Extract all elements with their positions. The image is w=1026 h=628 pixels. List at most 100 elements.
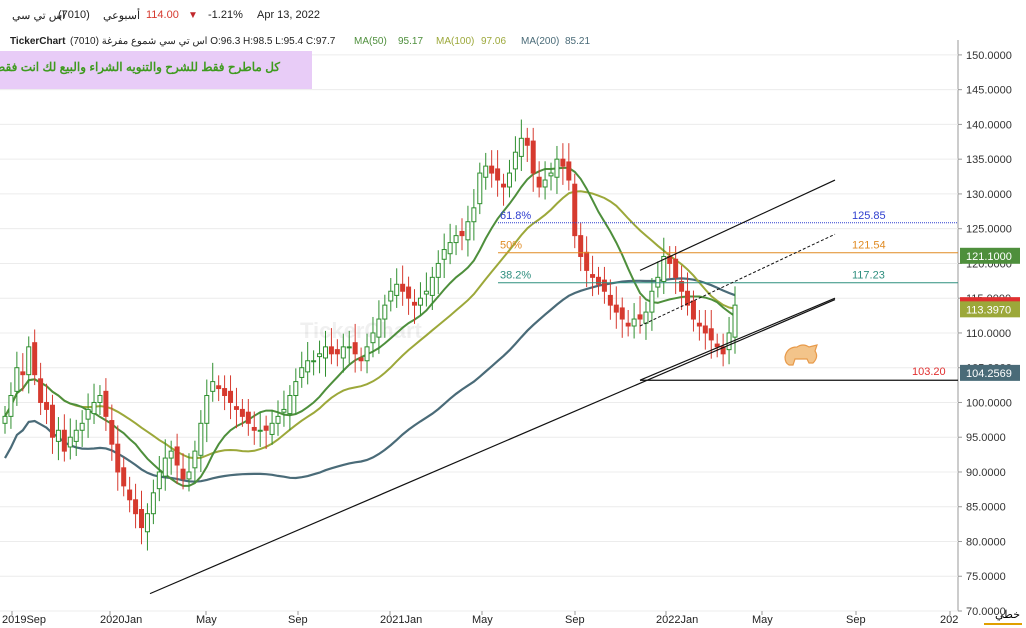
candle-body: [625, 322, 631, 327]
candle-body: [435, 262, 441, 278]
y-tick-label: 95.0000: [966, 432, 1006, 444]
candle-body: [346, 346, 352, 349]
candle-body: [174, 446, 180, 466]
candle-body: [477, 172, 483, 205]
x-tick-label: May: [472, 614, 493, 626]
candle-body: [631, 318, 637, 327]
candle-body: [275, 415, 281, 424]
candle-body: [364, 346, 370, 362]
scale-mode-label: خطي: [995, 609, 1020, 621]
candle-body: [530, 140, 536, 174]
y-tick-label: 140.0000: [966, 119, 1012, 131]
candle-body: [2, 415, 8, 424]
candle-body: [293, 381, 299, 397]
candle-body: [619, 307, 625, 320]
candle-body: [287, 395, 293, 415]
support-label: 103.20: [912, 366, 946, 378]
y-tick-label: 145.0000: [966, 85, 1012, 97]
x-tick-label: 202: [940, 614, 958, 626]
candle-body: [115, 443, 121, 473]
candle-body: [512, 151, 518, 170]
candle-body: [44, 401, 50, 410]
candle-body: [263, 425, 269, 431]
candle-body: [595, 276, 601, 285]
candle-body: [417, 297, 423, 306]
candle-body: [613, 304, 619, 313]
candle-body: [370, 332, 376, 344]
candle-body: [127, 489, 133, 501]
price-chart[interactable]: 70.000075.000080.000085.000090.000095.00…: [0, 0, 1026, 628]
x-axis: 2019Sep 2020Jan May Sep 2021Jan May Sep 2022Jan…: [2, 611, 958, 626]
candle-body: [643, 311, 649, 324]
candle-body: [156, 471, 162, 490]
candle-body: [358, 357, 364, 362]
candle-body: [732, 304, 738, 338]
drawing-tools[interactable]: 61.8% 125.85 50% 121.54 38.2% 117.23 103.20: [149, 179, 958, 595]
candle-body: [388, 290, 394, 302]
y-tick-label: 80.0000: [966, 536, 1006, 548]
candle-body: [685, 290, 691, 306]
candle-body: [162, 457, 168, 477]
candle-body: [601, 279, 607, 292]
candle-body: [26, 346, 32, 376]
candle-body: [38, 378, 44, 403]
x-tick-label: Sep: [565, 614, 585, 626]
candle-body: [501, 183, 507, 188]
note-text: كل ماطرح فقط للشرح والتنويه الشراء والبي…: [0, 60, 280, 74]
candle-body: [8, 395, 14, 417]
candle-body: [133, 499, 139, 515]
candle-body: [726, 332, 732, 351]
candle-body: [299, 367, 305, 378]
bull-icon: [784, 344, 818, 366]
candle-body: [198, 422, 204, 456]
candle-body: [465, 221, 471, 241]
x-tick-label: May: [196, 614, 217, 626]
candle-body: [560, 158, 566, 167]
y-tick-label: 75.0000: [966, 571, 1006, 583]
y-tick-label: 135.0000: [966, 154, 1012, 166]
candle-body: [322, 346, 328, 359]
candle-body: [352, 342, 358, 355]
candle-body: [524, 137, 530, 146]
candle-body: [210, 381, 216, 392]
candle-body: [471, 207, 477, 223]
candle-body: [578, 235, 584, 257]
candle-body: [281, 408, 287, 413]
x-tick-label: 2019Sep: [2, 614, 46, 626]
ma200-path: [4, 277, 736, 483]
candle-body: [340, 346, 346, 359]
x-tick-label: 2022Jan: [656, 614, 698, 626]
scale-mode-button[interactable]: خطي: [958, 604, 1026, 628]
candle-body: [228, 390, 234, 403]
fib-label: 50%: [500, 240, 522, 252]
y-tick-label: 150.0000: [966, 50, 1012, 62]
candle-body: [239, 408, 245, 417]
fib-label: 61.8%: [500, 210, 531, 222]
candle-body: [412, 301, 418, 306]
axis-tag-label: 113.3970: [966, 304, 1011, 316]
trendline-long: [149, 299, 836, 595]
ma200-line: [4, 277, 736, 483]
candle-body: [251, 426, 257, 431]
candle-body: [447, 242, 453, 255]
candle-body: [572, 183, 578, 237]
watermark: TickerChart: [300, 318, 423, 343]
x-tick-label: 2021Jan: [380, 614, 422, 626]
candle-body: [328, 346, 334, 355]
candle-body: [14, 367, 20, 392]
x-tick-label: May: [752, 614, 773, 626]
candle-body: [506, 172, 512, 188]
candle-body: [257, 429, 263, 432]
candle-body: [453, 235, 459, 244]
candle-body: [607, 294, 613, 306]
candle-body: [216, 385, 222, 390]
candle-body: [61, 429, 67, 452]
scale-underline: [984, 623, 1022, 625]
candle-body: [708, 328, 714, 341]
candle-body: [584, 251, 590, 271]
candle-body: [394, 283, 400, 296]
candle-body: [180, 468, 186, 480]
candle-body: [103, 390, 109, 417]
candle-body: [702, 325, 708, 334]
y-tick-label: 110.0000: [966, 328, 1011, 340]
